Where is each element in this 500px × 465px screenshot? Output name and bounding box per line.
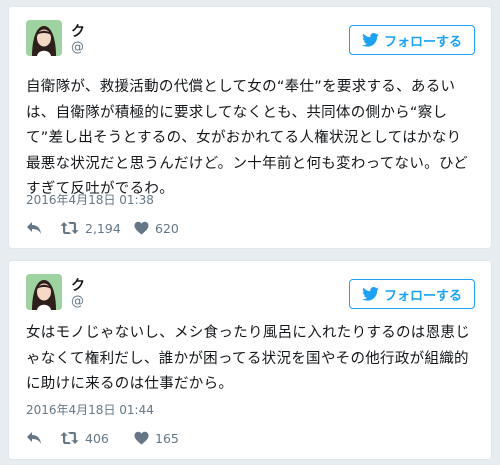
avatar[interactable]	[26, 274, 62, 310]
reply-button[interactable]	[26, 431, 60, 445]
avatar[interactable]	[26, 20, 62, 56]
retweet-count: 2,194	[85, 220, 121, 236]
reply-button[interactable]	[26, 221, 60, 235]
follow-label: フォローする	[383, 288, 462, 304]
tweet-actions: 2,194 620	[26, 218, 194, 238]
retweet-button[interactable]: 2,194	[60, 221, 134, 236]
author-handle[interactable]: @	[71, 40, 84, 55]
follow-button[interactable]: フォローする	[349, 25, 475, 55]
reply-icon	[26, 221, 42, 235]
bird-icon	[362, 33, 379, 47]
like-count: 620	[155, 220, 179, 236]
tweet-text: 女はモノじゃないし、メシ食ったり風呂に入れたりするのは恩恵じゃなくて権利だし、誰…	[26, 325, 470, 392]
author-handle[interactable]: @	[71, 294, 84, 309]
bird-icon	[362, 287, 379, 301]
reply-icon	[26, 431, 42, 445]
heart-icon	[134, 221, 149, 235]
tweet-timestamp[interactable]: 2016年4月18日 01:44	[26, 401, 154, 418]
author-name[interactable]: ク	[71, 275, 85, 295]
like-count: 165	[155, 430, 179, 446]
tweet-actions: 406 165	[26, 428, 194, 448]
like-button[interactable]: 165	[134, 431, 194, 446]
retweet-count: 406	[85, 430, 109, 446]
like-button[interactable]: 620	[134, 221, 194, 236]
tweet-text: 自衛隊が、救援活動の代償として女の“奉仕”を要求する、あるいは、自衛隊が積極的に…	[26, 79, 469, 197]
tweet-card: ク @ フォローする 女はモノじゃないし、メシ食ったり風呂に入れたりするのは恩恵…	[8, 260, 492, 460]
follow-button[interactable]: フォローする	[349, 279, 475, 309]
tweet-card: ク @ フォローする 自衛隊が、救援活動の代償として女の“奉仕”を要求する、ある…	[8, 6, 492, 249]
retweet-icon	[60, 431, 79, 445]
follow-label: フォローする	[383, 34, 462, 50]
heart-icon	[134, 431, 149, 445]
author-name[interactable]: ク	[71, 21, 85, 41]
retweet-button[interactable]: 406	[60, 431, 134, 446]
retweet-icon	[60, 221, 79, 235]
tweet-timestamp[interactable]: 2016年4月18日 01:38	[26, 191, 154, 208]
